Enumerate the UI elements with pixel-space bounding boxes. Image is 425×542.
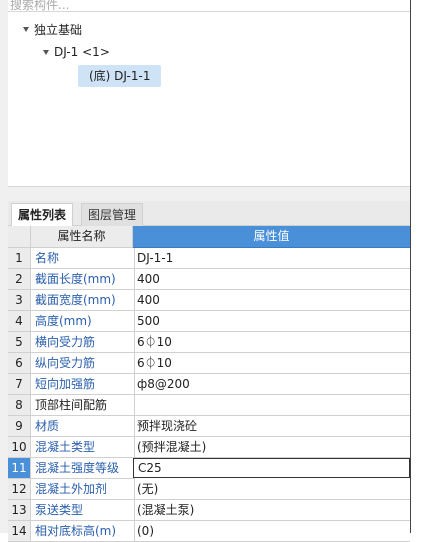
property-value-cell[interactable]: (混凝土泵) [133,500,410,521]
tree-node-child[interactable]: DJ-1 <1> [43,42,110,62]
right-edge-strip [410,0,425,533]
row-index: 9 [8,416,31,437]
tab-layer-management[interactable]: 图层管理 [81,203,144,226]
header-property-name: 属性名称 [31,226,133,248]
property-value-cell[interactable]: (预拌混凝土) [133,437,410,458]
property-name-cell[interactable]: 横向受力筋 [31,332,135,353]
expand-caret-icon[interactable] [43,49,49,55]
property-name-cell[interactable]: 相对底标高(m) [31,521,135,542]
header-index-cell [8,226,31,248]
table-row[interactable]: 10 混凝土类型 (预拌混凝土) [8,437,410,458]
row-index: 6 [8,353,31,374]
row-index: 11 [8,458,31,479]
table-row[interactable]: 14 相对底标高(m) (0) [8,521,410,542]
panel-splitter[interactable] [8,187,410,201]
property-value-cell[interactable]: 6⏀10 [133,332,410,353]
row-index: 3 [8,290,31,311]
tab-property-list[interactable]: 属性列表 [11,203,74,226]
property-name-cell[interactable]: 短向加强筋 [31,374,135,395]
tree-node-label: 独立基础 [34,22,83,37]
property-value-cell[interactable]: 400 [133,290,410,311]
property-name-cell[interactable]: 混凝土强度等级 [31,458,135,479]
row-index: 13 [8,500,31,521]
table-row[interactable]: 12 混凝土外加剂 (无) [8,479,410,500]
property-name-cell[interactable]: 混凝土外加剂 [31,479,135,500]
property-value-cell[interactable]: 500 [133,311,410,332]
table-row[interactable]: 8 顶部柱间配筋 [8,395,410,416]
row-index: 12 [8,479,31,500]
table-row[interactable]: 1 名称 DJ-1-1 [8,248,410,269]
row-index: 4 [8,311,31,332]
row-index: 2 [8,269,31,290]
property-name-cell[interactable]: 纵向受力筋 [31,353,135,374]
expand-caret-icon[interactable] [23,26,29,32]
property-name-cell[interactable]: 泵送类型 [31,500,135,521]
property-name-cell[interactable]: 混凝土类型 [31,437,135,458]
row-index: 10 [8,437,31,458]
property-value-input[interactable]: C25 [133,458,410,478]
search-divider [8,11,410,12]
property-value-cell[interactable]: 6⏀10 [133,353,410,374]
property-name-cell[interactable]: 名称 [31,248,135,269]
property-name-cell[interactable]: 顶部柱间配筋 [31,395,135,416]
row-index: 7 [8,374,31,395]
table-row[interactable]: 3 截面宽度(mm) 400 [8,290,410,311]
table-row[interactable]: 4 高度(mm) 500 [8,311,410,332]
property-value-cell[interactable]: 预拌现浇砼 [133,416,410,437]
row-index: 1 [8,248,31,269]
property-value-cell[interactable] [133,395,410,416]
tab-label: 属性列表 [18,208,67,222]
tree-node-root[interactable]: 独立基础 [23,19,82,39]
property-tabs: 属性列表 图层管理 [8,201,410,226]
tab-label: 图层管理 [88,208,137,222]
table-row[interactable]: 2 截面长度(mm) 400 [8,269,410,290]
tree-node-label: (底) DJ-1-1 [89,69,151,83]
property-value-cell[interactable]: (无) [133,479,410,500]
row-index: 8 [8,395,31,416]
row-index: 5 [8,332,31,353]
table-row[interactable]: 6 纵向受力筋 6⏀10 [8,353,410,374]
property-name-cell[interactable]: 高度(mm) [31,311,135,332]
component-tree-panel: 搜索构件... 独立基础 DJ-1 <1> (底) DJ-1-1 [8,0,410,187]
property-name-cell[interactable]: 材质 [31,416,135,437]
header-property-value: 属性值 [133,226,410,248]
row-index: 14 [8,521,31,542]
table-row[interactable]: 5 横向受力筋 6⏀10 [8,332,410,353]
left-edge-strip [0,0,8,533]
tree-node-leaf-selected[interactable]: (底) DJ-1-1 [78,65,162,87]
table-row[interactable]: 7 短向加强筋 ф8@200 [8,374,410,395]
property-name-cell[interactable]: 截面宽度(mm) [31,290,135,311]
property-value-cell[interactable]: DJ-1-1 [133,248,410,269]
property-name-cell[interactable]: 截面长度(mm) [31,269,135,290]
table-row[interactable]: 11 混凝土强度等级 C25 [8,458,410,479]
table-row[interactable]: 13 泵送类型 (混凝土泵) [8,500,410,521]
property-value-cell[interactable]: 400 [133,269,410,290]
table-row[interactable]: 9 材质 预拌现浇砼 [8,416,410,437]
property-value-cell[interactable]: ф8@200 [133,374,410,395]
property-value-cell[interactable]: (0) [133,521,410,542]
tree-node-label: DJ-1 <1> [54,45,110,59]
